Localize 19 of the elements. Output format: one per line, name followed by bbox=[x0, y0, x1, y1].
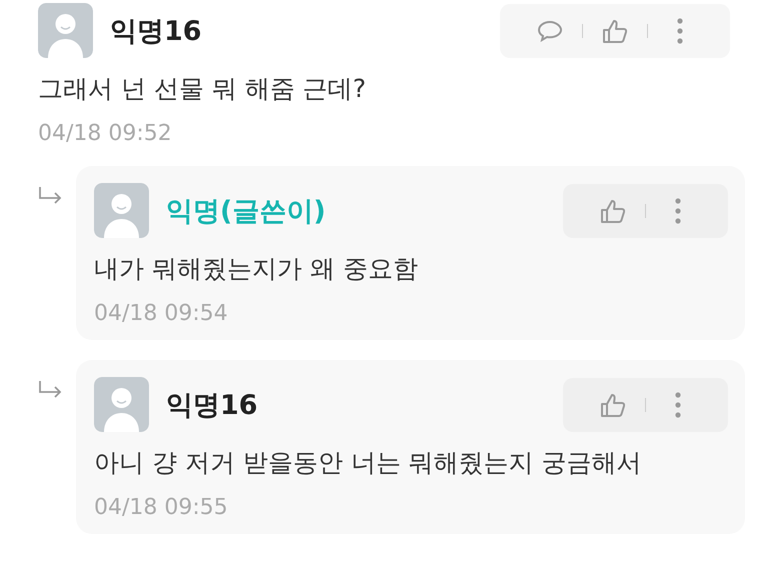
avatar-icon bbox=[38, 3, 93, 58]
avatar-icon bbox=[94, 377, 149, 432]
comment-text: 내가 뭐해줬는지가 왜 중요함 bbox=[94, 253, 419, 285]
more-icon bbox=[675, 392, 681, 418]
comment-text: 아니 걍 저거 받을동안 너는 뭐해줬는지 궁금해서 bbox=[94, 447, 643, 479]
thumbs-up-icon bbox=[602, 18, 628, 44]
more-icon bbox=[675, 198, 681, 224]
comment-text: 그래서 넌 선물 뭐 해줌 근데? bbox=[38, 73, 368, 105]
timestamp: 04/18 09:52 bbox=[38, 121, 173, 146]
timestamp: 04/18 09:55 bbox=[94, 495, 229, 520]
thumbs-up-icon bbox=[600, 198, 626, 224]
more-icon bbox=[677, 18, 683, 44]
author-name: 익명(글쓴이) bbox=[166, 194, 327, 228]
author-name: 익명16 bbox=[166, 388, 259, 422]
author-name: 익명16 bbox=[110, 14, 203, 48]
speech-bubble-icon bbox=[537, 20, 563, 42]
thumbs-up-icon bbox=[600, 392, 626, 418]
timestamp: 04/18 09:54 bbox=[94, 301, 229, 326]
avatar-icon bbox=[94, 183, 149, 238]
